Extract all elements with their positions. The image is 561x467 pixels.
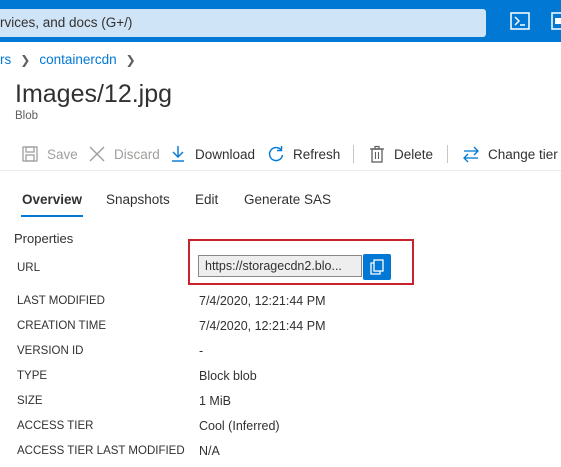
change-tier-label: Change tier [488, 146, 558, 162]
version-id-label: VERSION ID [17, 345, 84, 357]
change-tier-button[interactable]: Change tier [461, 139, 558, 169]
access-tier-last-modified-value: N/A [199, 444, 220, 458]
download-button[interactable]: Download [168, 139, 255, 169]
access-tier-value: Cool (Inferred) [199, 419, 280, 433]
breadcrumb-item-containers[interactable]: rs [0, 52, 11, 67]
breadcrumb-item-containercdn[interactable]: containercdn [39, 52, 116, 67]
swap-arrows-icon [461, 144, 481, 164]
search-placeholder: rvices, and docs (G+/) [0, 15, 133, 30]
tab-generate-sas[interactable]: Generate SAS [244, 192, 331, 207]
save-label: Save [47, 146, 78, 162]
access-tier-label: ACCESS TIER [17, 420, 94, 432]
version-id-value: - [199, 344, 204, 358]
save-button[interactable]: Save [20, 139, 78, 169]
delete-icon [367, 144, 387, 164]
active-tab-indicator [21, 215, 83, 217]
tab-overview[interactable]: Overview [22, 192, 82, 207]
tab-edit[interactable]: Edit [195, 192, 218, 207]
directory-filter-icon[interactable] [547, 10, 561, 32]
creation-time-label: CREATION TIME [17, 320, 107, 332]
refresh-label: Refresh [293, 146, 341, 162]
discard-button[interactable]: Discard [87, 139, 160, 169]
discard-label: Discard [114, 146, 160, 162]
delete-label: Delete [394, 146, 434, 162]
access-tier-last-modified-label: ACCESS TIER LAST MODIFIED [17, 445, 185, 457]
save-icon [20, 144, 40, 164]
copy-icon [370, 259, 384, 275]
toolbar-divider-line [0, 170, 561, 171]
toolbar-divider [447, 145, 448, 163]
breadcrumb: rs ❯ containercdn ❯ [0, 52, 145, 67]
chevron-right-icon: ❯ [20, 52, 31, 67]
creation-time-value: 7/4/2020, 12:21:44 PM [199, 319, 326, 333]
properties-heading: Properties [14, 231, 74, 246]
cloud-shell-icon[interactable] [509, 10, 531, 32]
last-modified-value: 7/4/2020, 12:21:44 PM [199, 294, 326, 308]
page-subtitle: Blob [15, 110, 39, 122]
size-label: SIZE [17, 395, 43, 407]
delete-button[interactable]: Delete [367, 139, 433, 169]
close-icon [87, 144, 107, 164]
type-value: Block blob [199, 369, 257, 383]
global-search-input[interactable]: rvices, and docs (G+/) [0, 9, 486, 37]
url-field[interactable]: https://storagecdn2.blo... [198, 255, 362, 277]
toolbar-divider [353, 145, 354, 163]
page-title: Images/12.jpg [15, 80, 173, 108]
type-label: TYPE [17, 370, 48, 382]
tab-snapshots[interactable]: Snapshots [106, 192, 170, 207]
chevron-right-icon: ❯ [125, 52, 136, 67]
download-label: Download [195, 146, 256, 162]
download-icon [168, 144, 188, 164]
refresh-icon [266, 144, 286, 164]
refresh-button[interactable]: Refresh [266, 139, 340, 169]
last-modified-label: LAST MODIFIED [17, 295, 105, 307]
copy-to-clipboard-button[interactable] [363, 254, 391, 280]
size-value: 1 MiB [199, 394, 231, 408]
command-bar: Save Discard Download Refresh Delete Cha… [0, 139, 561, 169]
url-label: URL [17, 262, 41, 274]
top-bar: rvices, and docs (G+/) [0, 0, 561, 42]
